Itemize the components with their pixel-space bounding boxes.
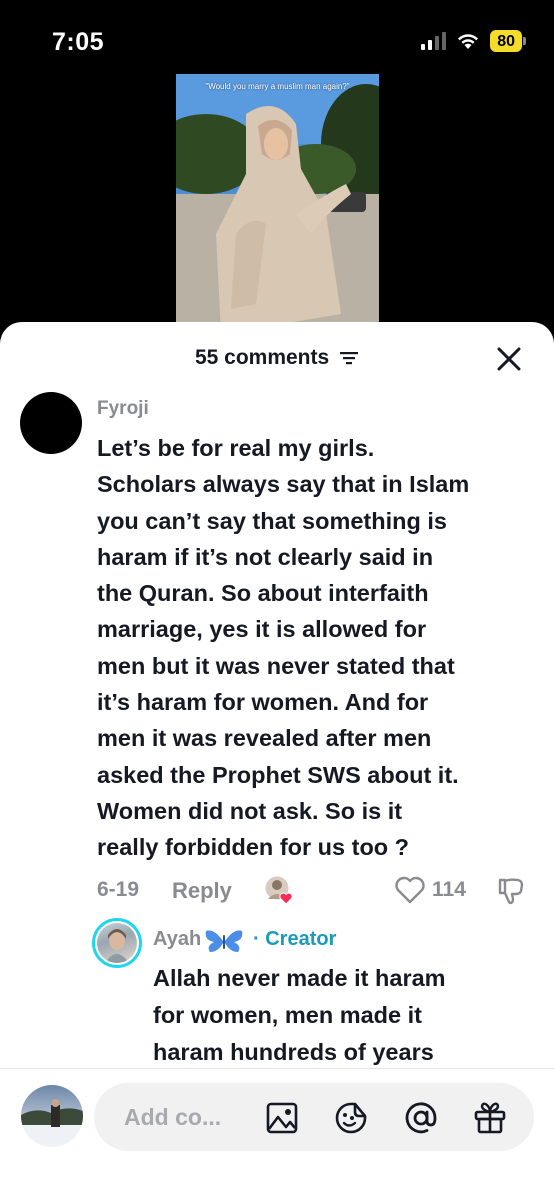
comment-line: Women did not ask. So is it [97, 797, 403, 824]
butterfly-icon [205, 930, 243, 952]
close-icon[interactable] [496, 346, 522, 372]
comments-count-label: 55 comments [194, 346, 330, 369]
reply-text: Allah never made it haram for women, men… [153, 960, 533, 1071]
thumbs-down-icon[interactable] [496, 876, 526, 906]
creator-badge: · Creator [253, 928, 337, 950]
comment-line: it’s haram for women. And for [97, 689, 429, 716]
reply-line: Allah never made it haram [153, 965, 446, 991]
avatar[interactable] [20, 392, 82, 454]
battery-level: 80 [490, 30, 522, 52]
creator-liked-icon [264, 875, 293, 905]
comment-composer: Add co... [0, 1068, 554, 1200]
comments-count[interactable]: 55 comments [0, 346, 554, 370]
status-time: 7:05 [52, 28, 105, 56]
comment-input-placeholder: Add co... [124, 1104, 222, 1130]
comments-header: 55 comments [0, 322, 554, 394]
comment-text: Let’s be for real my girls. Scholars alw… [97, 430, 537, 866]
comment-line: the Quran. So about interfaith [97, 580, 429, 607]
avatar [21, 1085, 83, 1147]
reply-line: haram hundreds of years [153, 1039, 434, 1065]
battery-icon: 80 [490, 30, 526, 52]
at-icon[interactable] [403, 1100, 439, 1136]
comment-line: Scholars always say that in Islam [97, 471, 470, 498]
video-caption: "Would you marry a muslim man again?" [205, 82, 350, 91]
comment-username[interactable]: Fyroji [97, 398, 149, 420]
status-icons: 80 [421, 30, 526, 52]
like-count: 114 [432, 878, 466, 901]
status-bar: 7:05 80 [0, 0, 554, 80]
comment-input[interactable]: Add co... [94, 1083, 534, 1151]
avatar[interactable] [92, 918, 142, 968]
reply-username[interactable]: Ayah [153, 928, 201, 951]
comment-line: asked the Prophet SWS about it. [97, 761, 459, 788]
heart-outline-icon[interactable] [394, 876, 426, 904]
comment-line: haram if it’s not clearly said in [97, 543, 434, 570]
wifi-icon [458, 34, 479, 49]
comment-line: marriage, yes it is allowed for [97, 616, 427, 643]
comment-line: really forbidden for us too ? [97, 834, 410, 861]
video-thumbnail[interactable]: "Would you marry a muslim man again?" [176, 74, 379, 334]
gift-icon[interactable] [472, 1100, 508, 1136]
reply-button[interactable]: Reply [172, 878, 232, 904]
comment-date: 6-19 [97, 878, 140, 901]
comment-meta-row: 6-19 Reply 114 [97, 870, 537, 910]
comment-line: you can’t say that something is [97, 507, 447, 534]
comment-line: men but it was never stated that [97, 652, 455, 679]
comment-line: men it was revealed after men [97, 725, 432, 752]
comment-line: Let’s be for real my girls. [97, 435, 375, 461]
emoji-icon[interactable] [333, 1100, 369, 1136]
reply-line: for women, men made it [153, 1002, 422, 1028]
sort-lines-icon[interactable] [339, 350, 359, 366]
image-icon[interactable] [264, 1100, 300, 1136]
video-frame-image [176, 74, 379, 334]
cellular-signal-icon [421, 32, 447, 50]
